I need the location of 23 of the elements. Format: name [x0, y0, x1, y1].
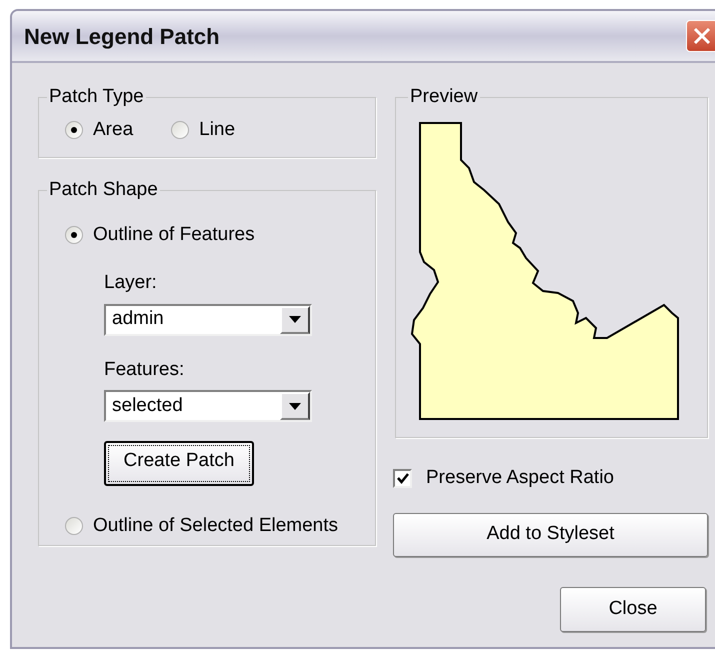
field-label: Features:	[104, 358, 184, 382]
window-title: New Legend Patch	[24, 22, 221, 51]
button[interactable]: Close	[560, 586, 706, 632]
checkbox[interactable]	[393, 468, 412, 488]
radio-button[interactable]	[65, 120, 83, 139]
field-label: Layer:	[104, 271, 157, 295]
group-label: Preview	[409, 85, 479, 109]
radio-label: Outline of Selected Elements	[93, 514, 338, 538]
dropdown[interactable]: admin	[104, 304, 312, 336]
dropdown[interactable]: selected	[104, 390, 312, 422]
checkbox-label: Preserve Aspect Ratio	[426, 466, 614, 490]
radio-label: Area	[93, 118, 134, 142]
checkmark-icon	[396, 472, 408, 484]
group-label: Patch Type	[48, 85, 145, 109]
radio-label: Line	[199, 118, 236, 142]
group-label: Patch Shape	[48, 178, 159, 202]
radio-button[interactable]	[171, 120, 190, 139]
close-icon[interactable]	[686, 20, 715, 52]
button[interactable]: Create Patch	[104, 441, 254, 486]
radio-button[interactable]	[65, 517, 83, 536]
radio-label: Outline of Features	[93, 222, 255, 246]
radio-button[interactable]	[65, 226, 83, 244]
button[interactable]: Add to Styleset	[393, 512, 708, 556]
